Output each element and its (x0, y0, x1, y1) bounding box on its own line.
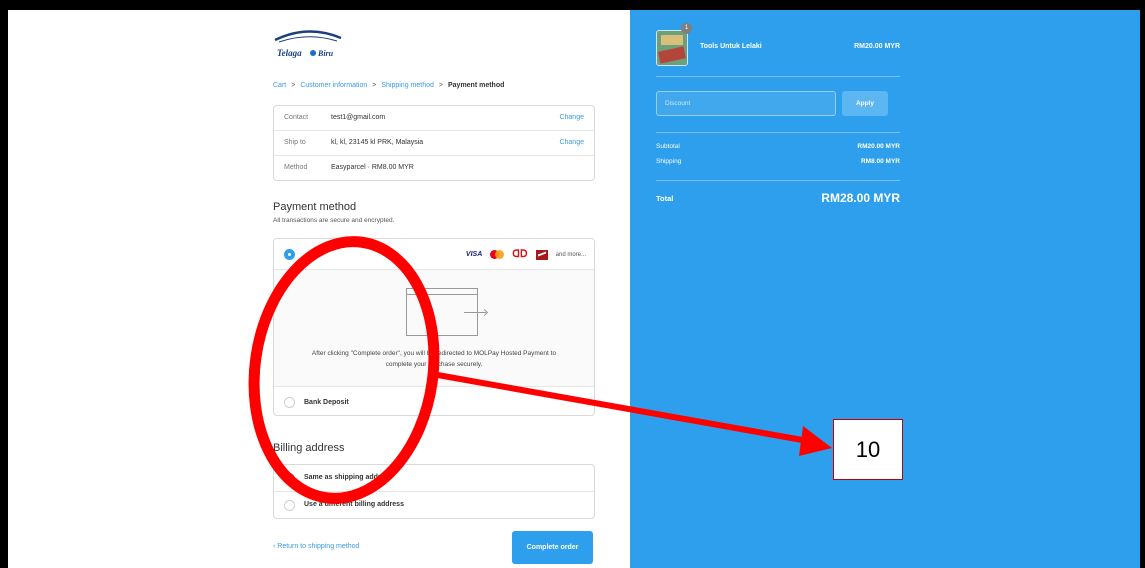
visa-icon: VISA (465, 251, 483, 258)
arrow-right-icon (464, 312, 486, 313)
breadcrumb: Cart > Customer information > Shipping metho… (273, 82, 504, 89)
payment-option-molpay[interactable]: VISA ᗡᗞ and more... (274, 239, 594, 270)
breadcrumb-payment-method: Payment method (447, 82, 505, 89)
chevron-right-icon: > (438, 82, 443, 89)
billing-address-title: Billing address (273, 442, 345, 454)
subtotal-value: RM20.00 MYR (857, 143, 900, 150)
breadcrumb-customer-information[interactable]: Customer information (300, 82, 367, 89)
quantity-badge: 1 (681, 23, 692, 34)
annotation-callout: 10 (833, 419, 903, 480)
payment-redirect-panel: After clicking "Complete order", you wil… (274, 270, 594, 387)
store-logo[interactable]: Telaga Biru (273, 26, 343, 62)
product-price: RM20.00 MYR (854, 43, 900, 50)
checkout-page: Telaga Biru Cart > Customer information > Sh… (8, 10, 1140, 568)
payment-options: VISA ᗡᗞ and more... After clicking "Comp… (273, 238, 595, 416)
maybank-icon (535, 249, 548, 260)
order-summary: 1 Tools Untuk Lelaki RM20.00 MYR Apply S… (630, 10, 1140, 568)
logo-text: Telaga (277, 48, 302, 58)
payment-method-title: Payment method (273, 201, 357, 213)
bank-deposit-label[interactable]: Bank Deposit (304, 399, 349, 406)
change-contact-link[interactable]: Change (559, 114, 584, 121)
mastercard-icon (490, 250, 505, 259)
payment-method-subtitle: All transactions are secure and encrypte… (273, 217, 395, 224)
billing-option-different[interactable]: Use a different billing address (274, 492, 594, 518)
review-ship-to-row: Ship to kl, kl, 23145 kl PRK, Malaysia C… (274, 131, 594, 156)
card-logos: VISA ᗡᗞ and more... (466, 249, 586, 260)
chevron-right-icon: > (291, 82, 296, 89)
same-address-radio[interactable] (284, 473, 295, 484)
apply-discount-button[interactable]: Apply (842, 91, 888, 116)
method-label: Method (284, 164, 308, 171)
total-label: Total (656, 194, 674, 203)
subtotal-label: Subtotal (656, 143, 680, 150)
review-method-row: Method Easyparcel · RM8.00 MYR (274, 156, 594, 180)
shipping-value: RM8.00 MYR (860, 158, 900, 165)
summary-divider (656, 180, 900, 181)
bank-deposit-radio[interactable] (284, 397, 295, 408)
breadcrumb-cart[interactable]: Cart (273, 82, 286, 89)
review-block: Contact test1@gmail.com Change Ship to k… (273, 105, 595, 181)
different-address-radio[interactable] (284, 500, 295, 511)
product-name: Tools Untuk Lelaki (700, 43, 762, 50)
redirect-info-text: After clicking "Complete order", you wil… (311, 350, 557, 368)
billing-options: Same as shipping address Use a different… (273, 464, 595, 519)
total-value: RM28.00 MYR (821, 191, 900, 205)
logo-text-2: Biru (317, 49, 334, 58)
change-ship-to-link[interactable]: Change (559, 139, 584, 146)
method-value: Easyparcel · RM8.00 MYR (331, 164, 414, 171)
different-address-label[interactable]: Use a different billing address (304, 501, 404, 508)
return-to-shipping-link[interactable]: ‹ Return to shipping method (273, 543, 359, 550)
shipping-label: Shipping (656, 158, 682, 165)
product-thumbnail (656, 30, 688, 66)
and-more-text: and more... (555, 251, 586, 258)
breadcrumb-shipping-method[interactable]: Shipping method (381, 82, 434, 89)
discount-input[interactable] (656, 91, 836, 116)
chevron-right-icon: > (372, 82, 377, 89)
review-contact-row: Contact test1@gmail.com Change (274, 106, 594, 131)
ship-to-value: kl, kl, 23145 kl PRK, Malaysia (331, 139, 424, 146)
same-address-label[interactable]: Same as shipping address (304, 474, 392, 481)
molpay-radio[interactable] (284, 249, 295, 260)
summary-divider (656, 132, 900, 133)
ship-to-label: Ship to (284, 139, 306, 146)
billing-option-same[interactable]: Same as shipping address (274, 465, 594, 492)
molpay-icon: ᗡᗞ (512, 249, 528, 260)
contact-value: test1@gmail.com (331, 114, 386, 121)
summary-divider (656, 76, 900, 77)
complete-order-button[interactable]: Complete order (512, 531, 593, 564)
contact-label: Contact (284, 114, 309, 121)
